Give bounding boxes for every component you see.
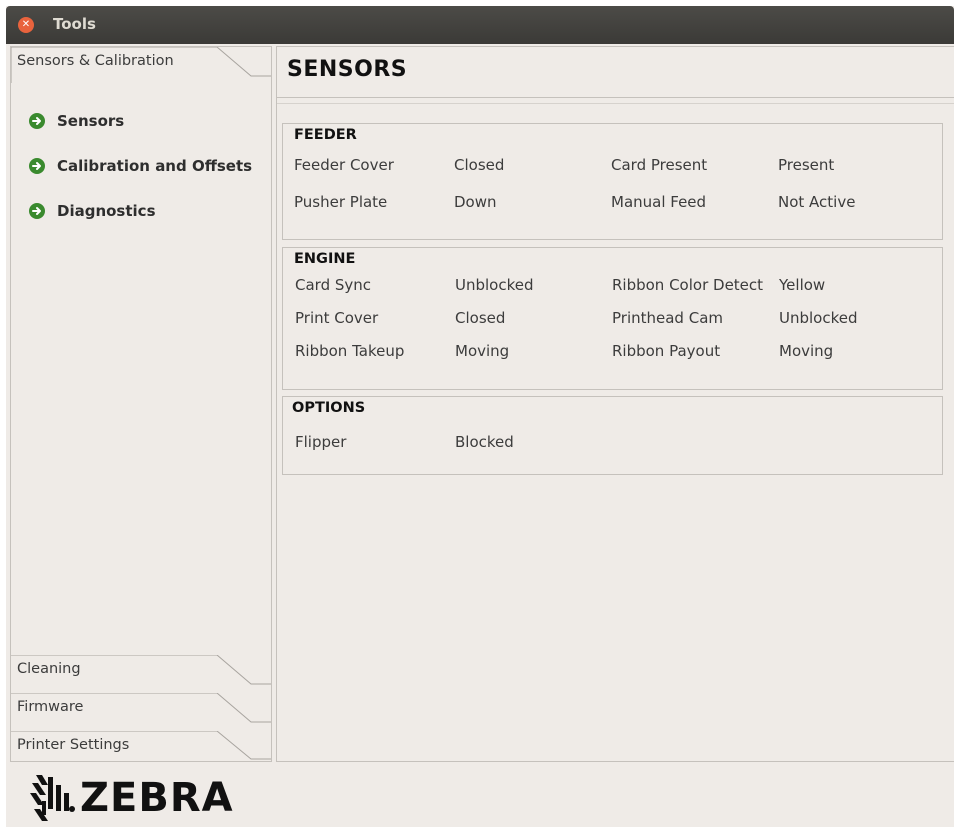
sensor-value: Closed — [455, 309, 506, 327]
tab-cleaning[interactable]: Cleaning — [11, 655, 271, 692]
arrow-right-circle-icon — [29, 203, 45, 219]
sensor-value: Not Active — [778, 193, 856, 211]
sensor-label: Manual Feed — [611, 193, 707, 211]
sensor-value: Unblocked — [455, 276, 534, 294]
sensor-label: Print Cover — [295, 309, 379, 327]
sensor-value: Closed — [454, 156, 505, 174]
arrow-right-circle-icon — [29, 158, 45, 174]
sidebar-item-diagnostics[interactable]: Diagnostics — [29, 199, 156, 223]
section-title: FEEDER — [294, 127, 357, 143]
tab-label: Printer Settings — [17, 737, 130, 753]
sidebar-item-label: Sensors — [57, 112, 125, 130]
main-panel: SENSORS FEEDER Feeder Cover Closed Card … — [276, 46, 954, 762]
sensor-label: Feeder Cover — [294, 156, 394, 174]
sidebar-item-label: Calibration and Offsets — [57, 157, 253, 175]
section-title: OPTIONS — [292, 400, 366, 416]
tab-sensors-calibration[interactable]: Sensors & Calibration — [11, 47, 271, 84]
sensor-label: Ribbon Payout — [612, 342, 721, 360]
section-title: ENGINE — [294, 251, 356, 267]
sensor-value: Moving — [779, 342, 834, 360]
sensor-value: Yellow — [779, 276, 826, 294]
sensor-label: Ribbon Color Detect — [612, 276, 764, 294]
sensor-label: Printhead Cam — [612, 309, 723, 327]
divider — [277, 103, 954, 104]
tab-label: Firmware — [17, 699, 84, 715]
zebra-head-icon — [30, 775, 75, 821]
tab-label: Cleaning — [17, 661, 81, 677]
sensor-label: Card Sync — [295, 276, 372, 294]
page-title: SENSORS — [287, 57, 408, 82]
sensor-value: Down — [454, 193, 497, 211]
tab-firmware[interactable]: Firmware — [11, 693, 271, 730]
sensor-label: Flipper — [295, 433, 347, 451]
section-engine: ENGINE Card Sync Unblocked Ribbon Color … — [282, 247, 943, 390]
sensor-value: Present — [778, 156, 835, 174]
section-feeder: FEEDER Feeder Cover Closed Card Present … — [282, 123, 943, 240]
sidebar-item-label: Diagnostics — [57, 202, 156, 220]
sidebar-item-calibration[interactable]: Calibration and Offsets — [29, 154, 252, 178]
logo-wordmark: ZEBRA — [80, 775, 234, 821]
sensor-label: Card Present — [611, 156, 708, 174]
sensor-label: Pusher Plate — [294, 193, 388, 211]
sidebar: Sensors & Calibration Sensors Calibratio… — [10, 46, 272, 762]
sensor-value: Moving — [455, 342, 510, 360]
sensor-label: Ribbon Takeup — [295, 342, 405, 360]
title-bar[interactable]: ✕ Tools — [6, 6, 954, 44]
tab-label: Sensors & Calibration — [17, 53, 174, 69]
zebra-logo: ZEBRA — [28, 770, 234, 826]
arrow-right-circle-icon — [29, 113, 45, 129]
window-title: Tools — [53, 15, 96, 33]
tab-printer-settings[interactable]: Printer Settings — [11, 731, 271, 768]
section-options: OPTIONS Flipper Blocked — [282, 396, 943, 475]
sensor-value: Blocked — [455, 433, 514, 451]
sensor-value: Unblocked — [779, 309, 858, 327]
close-icon[interactable]: ✕ — [18, 17, 34, 33]
page-header: SENSORS — [277, 47, 954, 98]
sidebar-item-sensors[interactable]: Sensors — [29, 109, 124, 133]
